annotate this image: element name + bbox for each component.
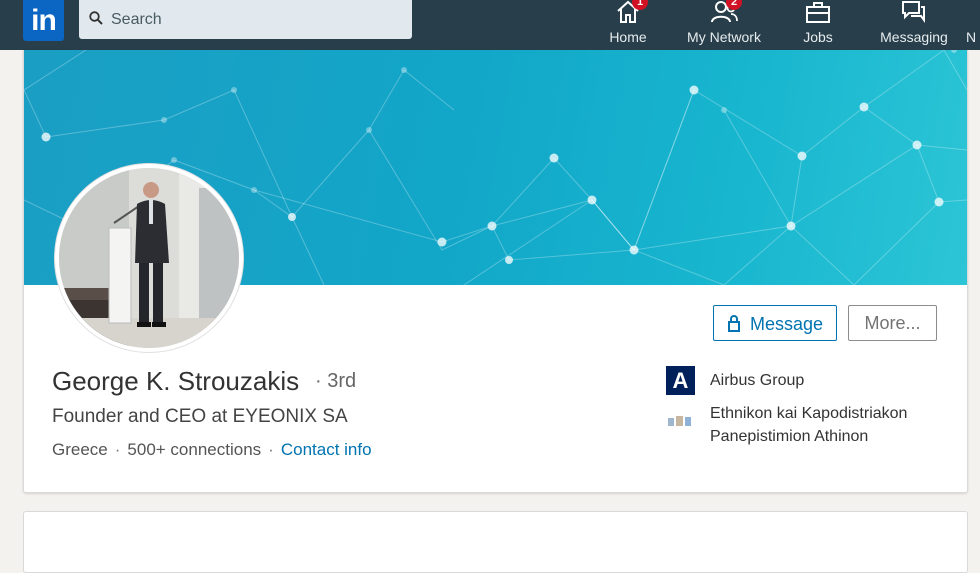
nav-messaging-label: Messaging xyxy=(880,29,948,45)
nav-messaging[interactable]: Messaging xyxy=(878,0,950,50)
profile-headline: Founder and CEO at EYEONIX SA xyxy=(52,406,348,427)
home-notification-badge: 1 xyxy=(632,0,648,10)
profile-photo-image xyxy=(59,168,239,348)
profile-location: Greece xyxy=(52,440,108,459)
school-name[interactable]: Ethnikon kai Kapodistriakon Panepistimio… xyxy=(710,402,950,448)
linkedin-logo[interactable]: in xyxy=(23,0,64,41)
search-box[interactable] xyxy=(79,0,412,39)
nav-notifications-label: N xyxy=(966,29,977,45)
network-notification-badge: 2 xyxy=(726,0,742,10)
search-input[interactable] xyxy=(111,0,391,39)
company-name[interactable]: Airbus Group xyxy=(710,372,804,390)
nav-jobs[interactable]: Jobs xyxy=(796,0,840,50)
nav-home-label: Home xyxy=(609,29,647,45)
profile-card: Message More... George K. Strouzakis · 3… xyxy=(23,50,968,493)
more-button[interactable]: More... xyxy=(848,305,937,341)
profile-meta: Greece · 500+ connections · Contact info xyxy=(52,440,372,459)
nav-my-network[interactable]: 2 My Network xyxy=(682,0,766,50)
nav-notifications[interactable]: N xyxy=(966,0,980,50)
university-logo[interactable] xyxy=(666,412,695,432)
message-button[interactable]: Message xyxy=(713,305,837,341)
search-icon xyxy=(89,11,103,25)
airbus-logo[interactable]: A xyxy=(666,366,695,395)
messaging-icon xyxy=(902,1,925,23)
profile-photo[interactable] xyxy=(55,164,243,352)
next-section-card xyxy=(23,511,968,573)
message-button-label: Message xyxy=(750,314,824,334)
nav-jobs-label: Jobs xyxy=(803,29,833,45)
nav-home[interactable]: 1 Home xyxy=(598,0,658,50)
contact-info-link[interactable]: Contact info xyxy=(281,440,372,459)
connection-degree: · 3rd xyxy=(315,370,357,392)
top-nav-bar: in 1 Home 2 My Network J xyxy=(0,0,980,50)
lock-icon xyxy=(728,315,740,332)
connections-count[interactable]: 500+ connections xyxy=(127,440,261,459)
profile-name: George K. Strouzakis xyxy=(52,366,300,396)
nav-my-network-label: My Network xyxy=(687,29,761,45)
briefcase-icon xyxy=(806,2,830,23)
